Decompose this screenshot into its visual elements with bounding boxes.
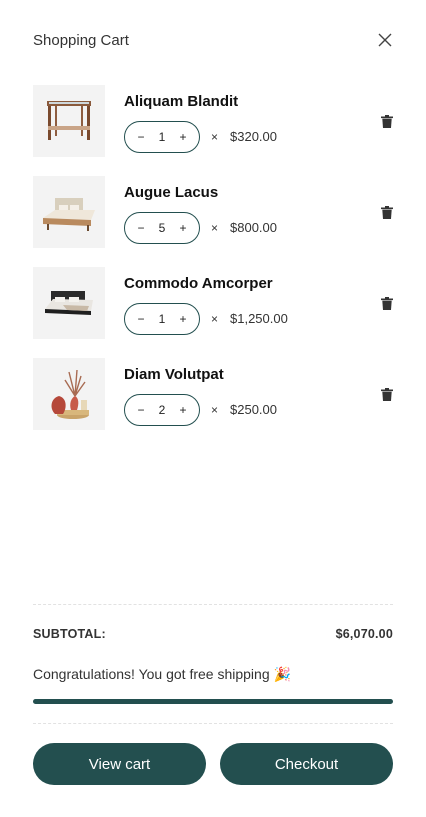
cart-header: Shopping Cart xyxy=(33,30,393,54)
times-sign: × xyxy=(211,221,219,235)
plus-icon[interactable]: + xyxy=(177,130,189,144)
cart-title: Shopping Cart xyxy=(33,32,129,49)
times-sign: × xyxy=(211,130,219,144)
plus-icon[interactable]: + xyxy=(177,312,189,326)
divider xyxy=(33,723,393,724)
plus-icon[interactable]: + xyxy=(177,221,189,235)
shipping-progress-bar xyxy=(33,699,393,704)
close-icon[interactable] xyxy=(377,32,393,48)
quantity-stepper: − 2 + xyxy=(124,394,200,426)
quantity-stepper: − 1 + xyxy=(124,303,200,335)
product-price: $1,250.00 xyxy=(230,311,288,326)
product-name[interactable]: Commodo Amcorper xyxy=(124,275,273,293)
trash-icon[interactable] xyxy=(381,206,393,219)
times-sign: × xyxy=(211,312,219,326)
trash-icon[interactable] xyxy=(381,297,393,310)
product-thumbnail[interactable] xyxy=(33,358,105,430)
product-price: $800.00 xyxy=(230,220,277,235)
cart-drawer: Shopping Cart Aliquam Blandit − 1 + × $3… xyxy=(0,0,426,817)
cart-item: Commodo Amcorper − 1 + × $1,250.00 xyxy=(33,267,393,340)
quantity-stepper: − 1 + xyxy=(124,121,200,153)
product-thumbnail[interactable] xyxy=(33,176,105,248)
minus-icon[interactable]: − xyxy=(135,312,147,326)
product-name[interactable]: Diam Volutpat xyxy=(124,366,224,384)
subtotal-value: $6,070.00 xyxy=(335,627,393,641)
free-shipping-message: Congratulations! You got free shipping 🎉 xyxy=(33,666,291,682)
subtotal-label: SUBTOTAL: xyxy=(33,627,106,641)
quantity-value[interactable]: 2 xyxy=(159,403,166,417)
quantity-stepper: − 5 + xyxy=(124,212,200,244)
subtotal-row: SUBTOTAL: $6,070.00 xyxy=(33,627,393,643)
quantity-value[interactable]: 1 xyxy=(159,130,166,144)
plus-icon[interactable]: + xyxy=(177,403,189,417)
cart-actions: View cart Checkout xyxy=(33,743,393,785)
trash-icon[interactable] xyxy=(381,115,393,128)
cart-item: Aliquam Blandit − 1 + × $320.00 xyxy=(33,85,393,158)
minus-icon[interactable]: − xyxy=(135,221,147,235)
view-cart-button[interactable]: View cart xyxy=(33,743,206,785)
quantity-value[interactable]: 5 xyxy=(159,221,166,235)
cart-item: Diam Volutpat − 2 + × $250.00 xyxy=(33,358,393,431)
product-thumbnail[interactable] xyxy=(33,267,105,339)
minus-icon[interactable]: − xyxy=(135,403,147,417)
shipping-progress-fill xyxy=(33,699,393,704)
minus-icon[interactable]: − xyxy=(135,130,147,144)
product-price: $250.00 xyxy=(230,402,277,417)
product-name[interactable]: Aliquam Blandit xyxy=(124,93,238,111)
product-thumbnail[interactable] xyxy=(33,85,105,157)
times-sign: × xyxy=(211,403,219,417)
checkout-button[interactable]: Checkout xyxy=(220,743,393,785)
cart-item: Augue Lacus − 5 + × $800.00 xyxy=(33,176,393,249)
cart-items-list: Aliquam Blandit − 1 + × $320.00 Augue La… xyxy=(33,85,393,449)
divider xyxy=(33,604,393,605)
quantity-value[interactable]: 1 xyxy=(159,312,166,326)
product-price: $320.00 xyxy=(230,129,277,144)
trash-icon[interactable] xyxy=(381,388,393,401)
product-name[interactable]: Augue Lacus xyxy=(124,184,218,202)
